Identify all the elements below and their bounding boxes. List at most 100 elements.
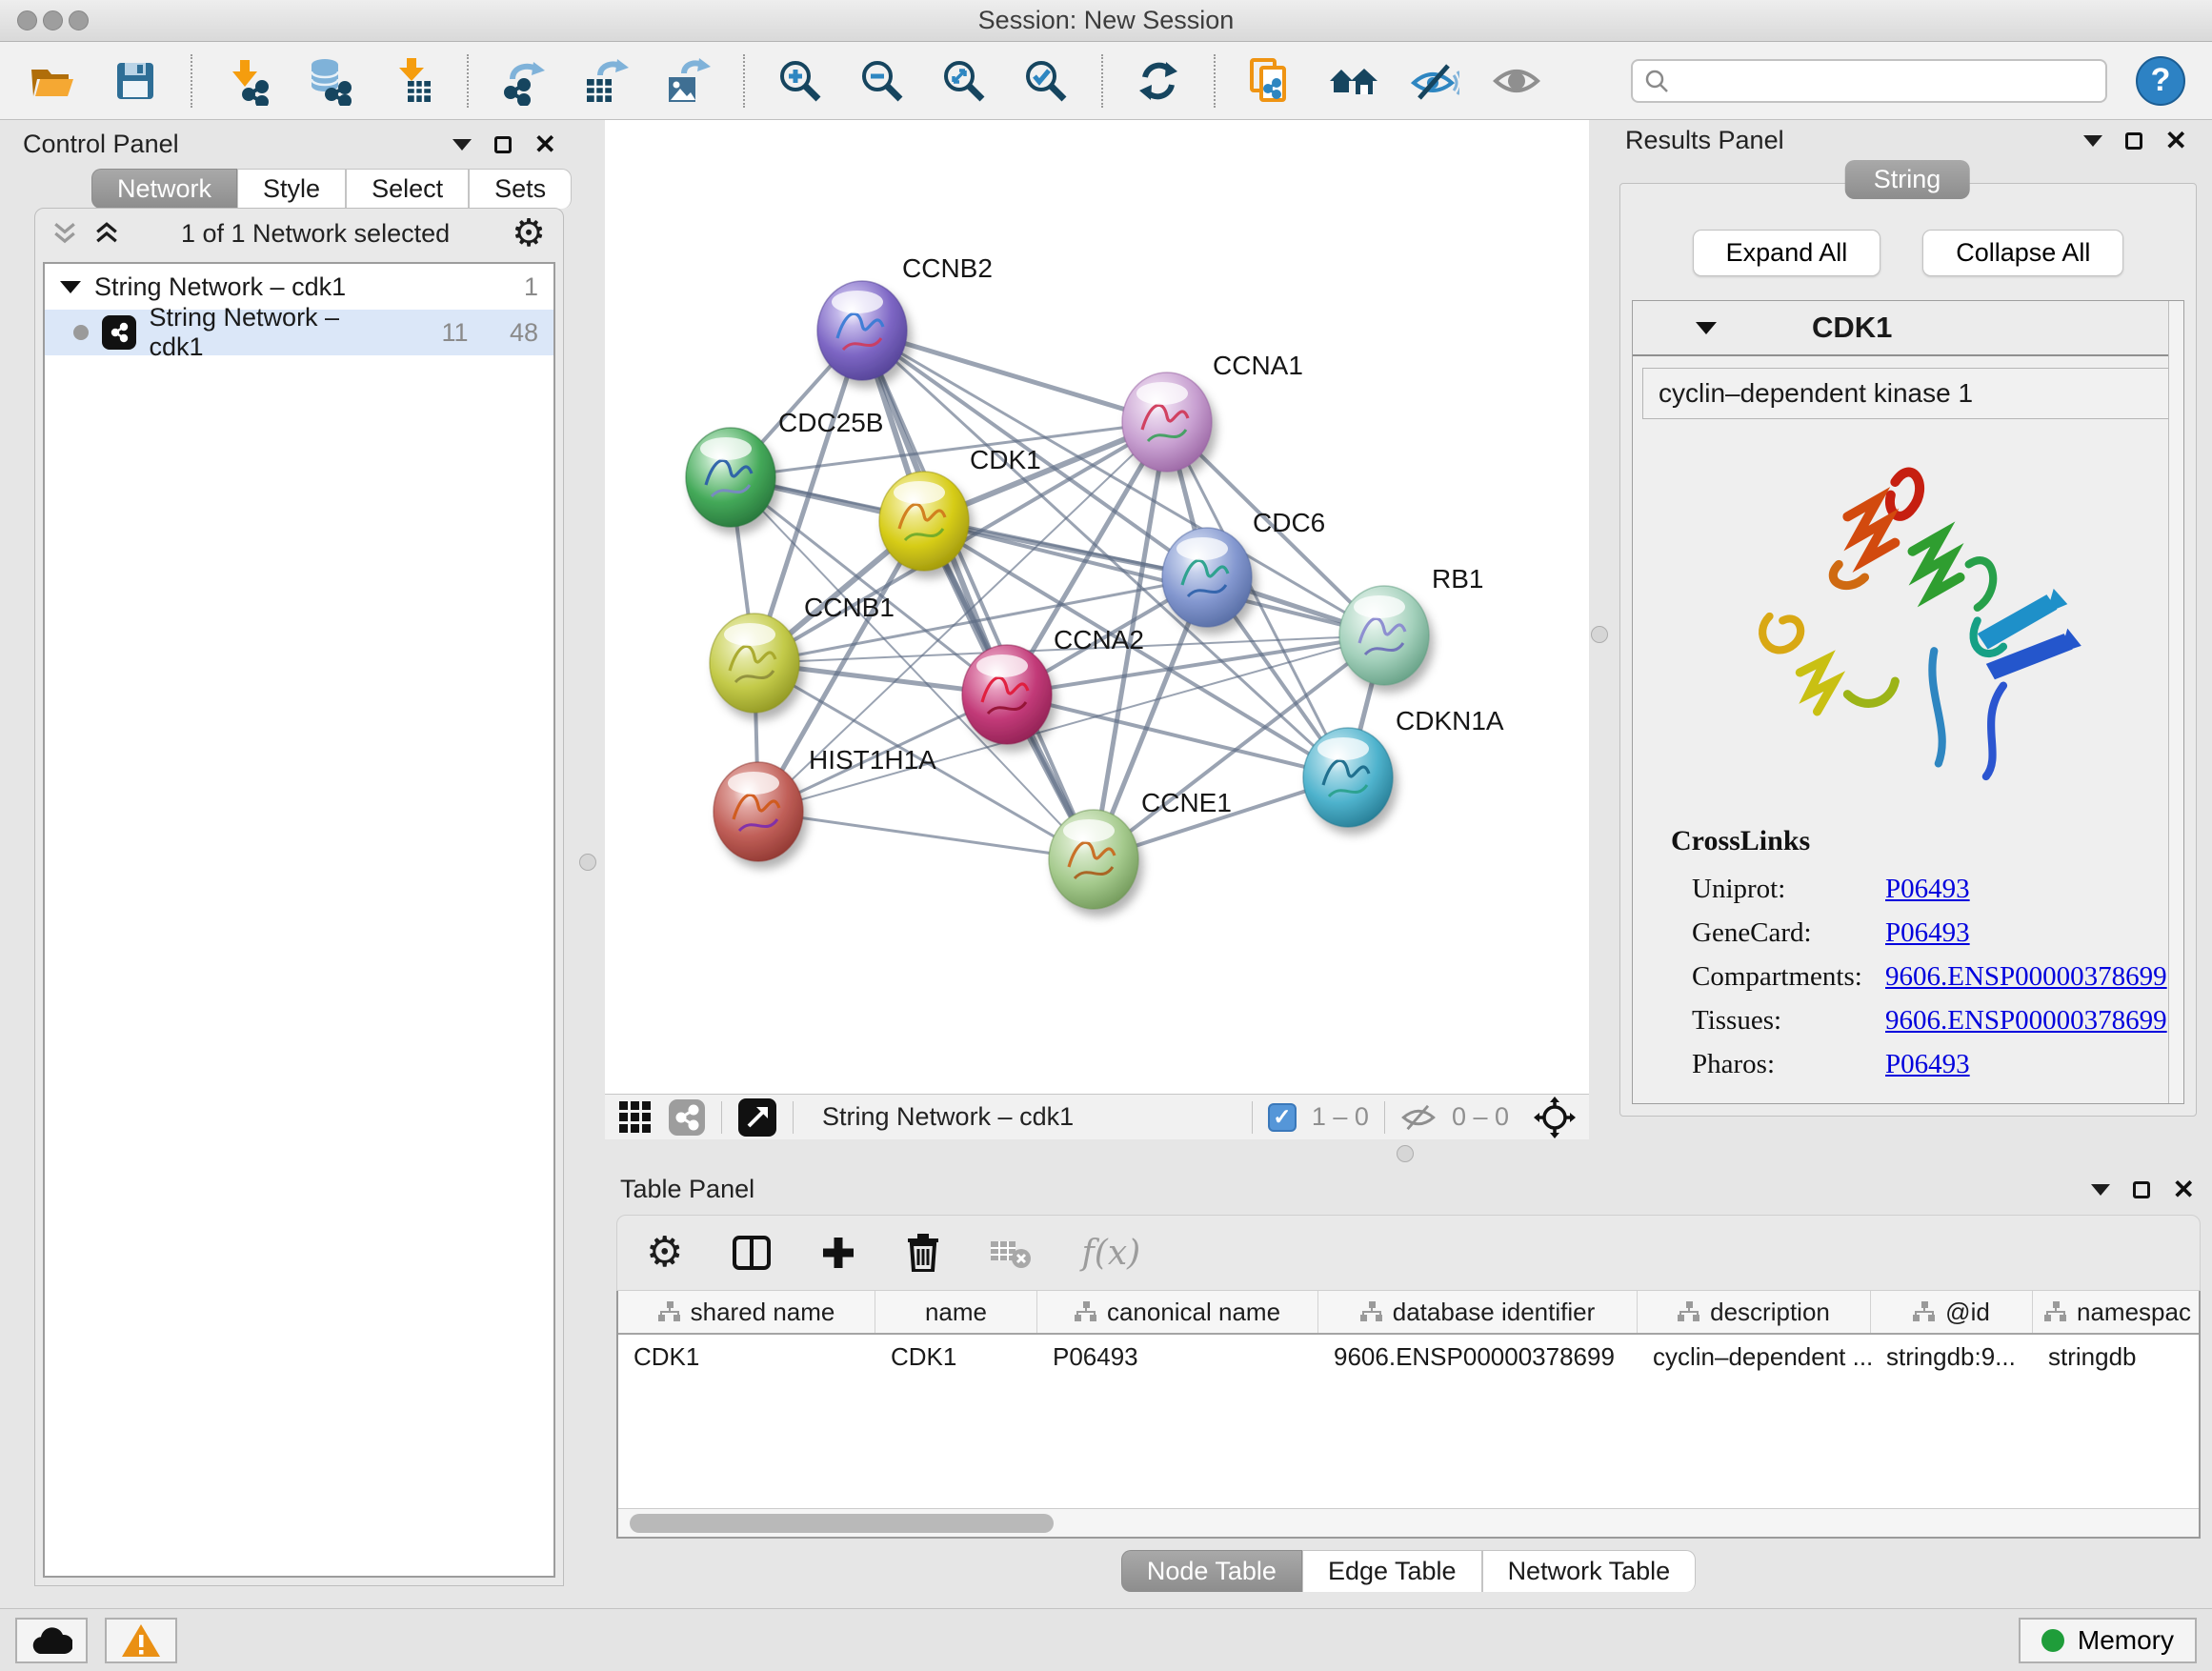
panel-menu-icon[interactable] [452,139,472,151]
grid-mode-icon[interactable] [618,1100,653,1135]
float-panel-icon[interactable] [494,136,512,153]
crosslink-pharos-link[interactable]: P06493 [1885,1049,1970,1080]
window-controls [17,10,89,30]
delete-column-trash-icon[interactable] [906,1234,940,1272]
cloud-status-button[interactable] [15,1618,88,1663]
warnings-button[interactable] [105,1618,177,1663]
network-node-HIST1H1A[interactable]: HIST1H1A [714,745,936,861]
network-node-RB1[interactable]: RB1 [1339,564,1483,685]
tab-node-table[interactable]: Node Table [1121,1550,1302,1592]
column-type-icon [1360,1301,1383,1322]
results-scrollbar[interactable] [2168,301,2183,1103]
save-session-button[interactable] [109,54,162,108]
collection-caret-icon[interactable] [60,281,81,293]
footer-separator [1384,1101,1385,1134]
export-image-button[interactable] [661,54,714,108]
bottom-splitter-handle[interactable] [1397,1145,1414,1162]
table-row[interactable]: CDK1 CDK1 P06493 9606.ENSP00000378699 cy… [618,1335,2199,1379]
network-canvas[interactable]: CCNB2CCNA1CDC25BCDK1CDC6RB1CCNB1CCNA2CDK… [605,120,1589,1094]
column-header-name[interactable]: name [875,1291,1037,1333]
crosslink-genecard-link[interactable]: P06493 [1885,917,1970,949]
left-splitter-handle[interactable] [579,854,596,871]
tab-sets[interactable]: Sets [469,169,572,209]
maximize-window-icon[interactable] [69,10,89,30]
node-label: RB1 [1432,564,1483,594]
zoom-fit-button[interactable] [937,54,991,108]
panel-menu-icon[interactable] [2083,135,2102,147]
memory-status-icon [2041,1629,2064,1652]
close-panel-icon[interactable]: ✕ [534,131,556,158]
minimize-window-icon[interactable] [43,10,63,30]
show-columns-icon[interactable] [733,1236,771,1270]
export-network-button[interactable] [497,54,551,108]
panel-menu-icon[interactable] [2091,1184,2110,1196]
float-panel-icon[interactable] [2125,132,2142,150]
network-node-CDKN1A[interactable]: CDKN1A [1303,706,1504,827]
crosslink-compartments-link[interactable]: 9606.ENSP00000378699 [1885,961,2167,993]
crosslink-tissues-link[interactable]: 9606.ENSP00000378699 [1885,1005,2167,1037]
entry-caret-icon[interactable] [1696,322,1717,334]
birds-eye-view-icon[interactable] [737,1097,777,1137]
selected-checkbox-icon[interactable]: ✓ [1268,1103,1297,1132]
search-input[interactable] [1677,66,2094,95]
memory-button[interactable]: Memory [2019,1618,2197,1663]
import-network-from-database-button[interactable] [303,54,356,108]
right-splitter-handle[interactable] [1591,626,1608,643]
tab-style[interactable]: Style [237,169,346,209]
open-session-button[interactable] [27,54,80,108]
toolbar-separator [191,54,192,108]
zoom-selected-button[interactable] [1019,54,1073,108]
network-tree: String Network – cdk1 1 String Network [43,262,555,1578]
gear-icon[interactable]: ⚙ [512,214,546,252]
results-panel: Results Panel ✕ String Expand All Collap… [1610,120,2204,1167]
collapse-all-icon[interactable] [52,221,77,246]
tab-edge-table[interactable]: Edge Table [1302,1550,1482,1592]
float-panel-icon[interactable] [2133,1181,2150,1198]
column-header-shared-name[interactable]: shared name [618,1291,875,1333]
network-node-CCNE1[interactable]: CCNE1 [1049,788,1232,909]
show-all-networks-button[interactable] [1326,54,1379,108]
tab-select[interactable]: Select [346,169,469,209]
node-count: 11 [412,318,468,348]
tab-network[interactable]: Network [91,169,237,209]
export-table-button[interactable] [579,54,633,108]
network-node-CCNB1[interactable]: CCNB1 [710,593,895,713]
clone-network-button[interactable] [1244,54,1297,108]
table-horizontal-scrollbar[interactable] [618,1508,2199,1537]
scrollbar-thumb[interactable] [630,1514,1054,1533]
column-header-description[interactable]: description [1638,1291,1871,1333]
table-settings-gear-icon[interactable]: ⚙ [646,1232,683,1274]
close-panel-icon[interactable]: ✕ [2165,128,2187,154]
column-header-canonical-name[interactable]: canonical name [1037,1291,1318,1333]
column-header-namespace[interactable]: namespac [2033,1291,2201,1333]
column-header-database-identifier[interactable]: database identifier [1318,1291,1638,1333]
import-network-button[interactable] [221,54,274,108]
zoom-in-button[interactable] [774,54,827,108]
node-entry-header[interactable]: CDK1 [1633,301,2183,356]
tab-network-table[interactable]: Network Table [1482,1550,1697,1592]
import-table-button[interactable] [385,54,438,108]
add-column-plus-icon[interactable] [820,1235,856,1271]
column-header-id[interactable]: @id [1871,1291,2033,1333]
cell-canonical-name: P06493 [1037,1342,1318,1372]
tab-string[interactable]: String [1845,160,1970,199]
fit-selected-crosshair-icon[interactable] [1534,1097,1576,1138]
network-node-CCNA1[interactable]: CCNA1 [1122,351,1303,472]
expand-all-icon[interactable] [94,221,119,246]
app-window: Session: New Session [0,0,2212,1671]
crosslink-uniprot-link[interactable]: P06493 [1885,874,1970,905]
hide-details-button[interactable] [1408,54,1461,108]
network-view-mode-icon[interactable] [668,1098,706,1137]
network-node-CDC25B[interactable]: CDC25B [686,408,883,527]
crosslink-label: Uniprot: [1671,874,1885,905]
close-window-icon[interactable] [17,10,37,30]
show-details-button[interactable] [1490,54,1543,108]
zoom-out-button[interactable] [855,54,909,108]
close-panel-icon[interactable]: ✕ [2173,1177,2195,1203]
refresh-button[interactable] [1132,54,1185,108]
window-title: Session: New Session [978,6,1235,35]
help-button[interactable]: ? [2136,56,2185,106]
expand-all-button[interactable]: Expand All [1693,230,1881,276]
collapse-all-button[interactable]: Collapse All [1922,230,2123,276]
network-row[interactable]: String Network – cdk1 11 48 [45,310,553,355]
